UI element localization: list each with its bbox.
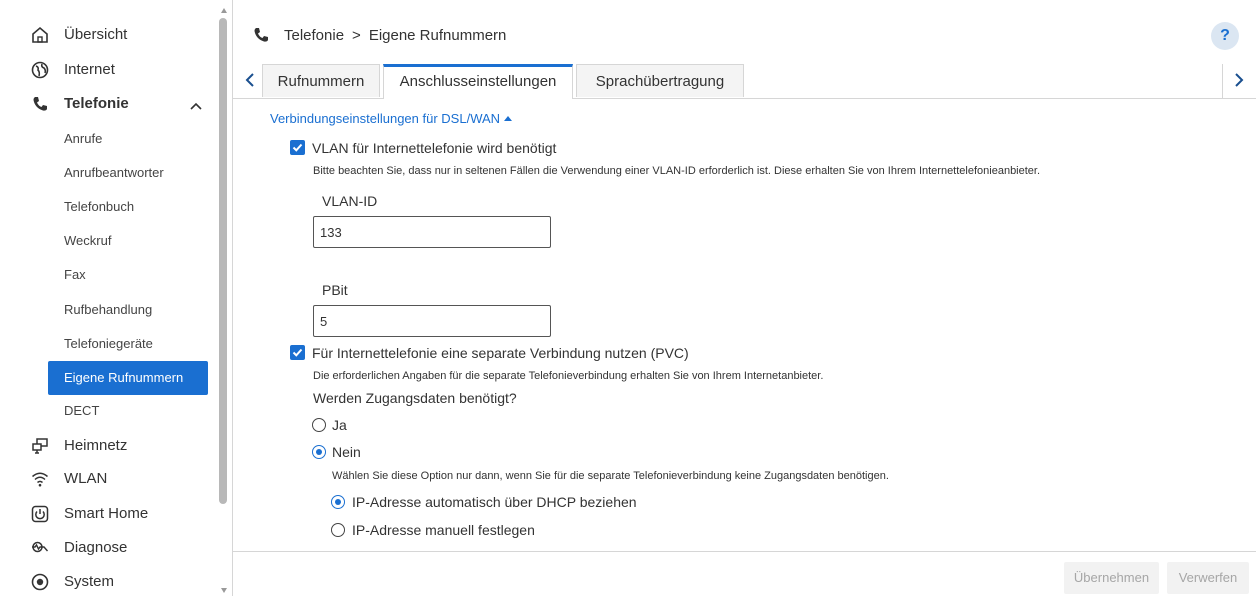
pvc-checkbox[interactable]: [290, 345, 305, 360]
sidebar-item-label: Smart Home: [64, 505, 149, 522]
tab-divider: [1222, 64, 1223, 98]
help-button[interactable]: ?: [1211, 22, 1239, 50]
home-icon: [31, 26, 49, 44]
sidebar-subitem-label: Telefoniegeräte: [64, 336, 153, 351]
pvc-hint: Die erforderlichen Angaben für die separ…: [313, 370, 824, 382]
discard-button[interactable]: Verwerfen: [1167, 562, 1249, 594]
vlan-hint: Bitte beachten Sie, dass nur in seltenen…: [313, 165, 1041, 177]
chevron-right-icon[interactable]: [1234, 72, 1244, 93]
sidebar-subitem-label: Anrufbeantworter: [64, 165, 164, 180]
sidebar-subitem-weckruf[interactable]: Weckruf: [0, 226, 215, 256]
sidebar-subitem-rufbehandlung[interactable]: Rufbehandlung: [0, 295, 215, 325]
breadcrumb-separator: >: [352, 27, 361, 44]
sidebar-item-label: Telefonie: [64, 95, 129, 112]
sidebar-item-label: Diagnose: [64, 539, 128, 556]
vlan-id-input[interactable]: [320, 225, 540, 240]
sidebar-item-diagnose[interactable]: Diagnose: [0, 533, 215, 563]
sidebar-item-label: Internet: [64, 61, 115, 78]
sidebar-subitem-telefonbuch[interactable]: Telefonbuch: [0, 192, 215, 222]
phone-icon: [252, 26, 270, 49]
sidebar-item-label: System: [64, 573, 115, 590]
scroll-down-arrow-icon[interactable]: [221, 588, 227, 593]
radio-manual-ip[interactable]: [331, 523, 345, 537]
breadcrumb-root[interactable]: Telefonie: [284, 27, 344, 44]
sidebar-subitem-label: Rufbehandlung: [64, 302, 153, 317]
sidebar-subitem-label: Fax: [64, 267, 86, 282]
breadcrumb: Telefonie > Eigene Rufnummern: [284, 27, 506, 45]
sidebar-subitem-eigene-rufnummern[interactable]: Eigene Rufnummern: [48, 361, 208, 395]
chevron-up-icon: [190, 97, 202, 114]
sidebar-item-label: WLAN: [64, 470, 108, 487]
network-icon: [31, 437, 49, 455]
radio-ja[interactable]: [312, 418, 326, 432]
credentials-question: Werden Zugangsdaten benötigt?: [313, 390, 517, 406]
chevron-left-icon[interactable]: [245, 72, 255, 93]
sidebar-item-telefonie[interactable]: Telefonie: [0, 89, 215, 119]
sidebar-subitem-label: DECT: [64, 403, 100, 418]
sidebar-item-label: Übersicht: [64, 26, 128, 43]
section-title: Verbindungseinstellungen für DSL/WAN: [270, 111, 501, 126]
radio-nein-label: Nein: [332, 444, 361, 460]
radio-dhcp[interactable]: [331, 495, 345, 509]
sidebar-subitem-anrufbeantworter[interactable]: Anrufbeantworter: [0, 158, 215, 188]
radio-ja-label: Ja: [332, 417, 347, 433]
nein-hint: Wählen Sie diese Option nur dann, wenn S…: [332, 470, 889, 482]
wifi-icon: [31, 470, 49, 488]
sidebar-item-smart-home[interactable]: Smart Home: [0, 499, 215, 529]
tab-sprachuebertragung[interactable]: Sprachübertragung: [576, 64, 744, 97]
caret-up-icon: [504, 116, 513, 121]
apply-button[interactable]: Übernehmen: [1064, 562, 1159, 594]
sidebar-subitem-telefoniegeraete[interactable]: Telefoniegeräte: [0, 329, 215, 359]
system-icon: [31, 573, 49, 591]
sidebar-item-label: Heimnetz: [64, 437, 128, 454]
sidebar-subitem-fax[interactable]: Fax: [0, 260, 215, 290]
scroll-up-arrow-icon[interactable]: [221, 8, 227, 13]
power-icon: [31, 505, 49, 523]
breadcrumb-current: Eigene Rufnummern: [368, 27, 507, 44]
vlan-id-label: VLAN-ID: [322, 193, 378, 209]
sidebar-item-wlan[interactable]: WLAN: [0, 464, 215, 494]
sidebar-subitem-label: Anrufe: [64, 131, 103, 146]
radio-manual-ip-label: IP-Adresse manuell festlegen: [352, 522, 535, 538]
globe-icon: [31, 61, 49, 79]
pbit-field[interactable]: [313, 305, 551, 337]
pbit-input[interactable]: [320, 314, 540, 329]
diagnose-icon: [31, 539, 49, 557]
sidebar-scrollbar[interactable]: [219, 18, 227, 504]
pbit-label: PBit: [322, 282, 348, 298]
vlan-id-field[interactable]: [313, 216, 551, 248]
tab-rufnummern[interactable]: Rufnummern: [262, 64, 380, 97]
tab-anschlusseinstellungen[interactable]: Anschlusseinstellungen: [383, 64, 573, 99]
pvc-checkbox-label: Für Internettelefonie eine separate Verb…: [312, 345, 689, 361]
sidebar-item-uebersicht[interactable]: Übersicht: [0, 20, 215, 50]
section-toggle-link[interactable]: Verbindungseinstellungen für DSL/WAN: [270, 111, 513, 127]
vlan-checkbox-label: VLAN für Internettelefonie wird benötigt: [312, 140, 557, 156]
sidebar-subitem-label: Weckruf: [64, 233, 112, 248]
radio-dhcp-label: IP-Adresse automatisch über DHCP beziehe…: [352, 494, 637, 510]
sidebar-subitem-dect[interactable]: DECT: [0, 396, 215, 426]
sidebar-subitem-label: Eigene Rufnummern: [64, 370, 184, 385]
vlan-checkbox[interactable]: [290, 140, 305, 155]
sidebar-item-internet[interactable]: Internet: [0, 55, 215, 85]
sidebar-subitem-anrufe[interactable]: Anrufe: [0, 124, 215, 154]
sidebar-subitem-label: Telefonbuch: [64, 199, 135, 214]
radio-nein[interactable]: [312, 445, 326, 459]
sidebar-item-system[interactable]: System: [0, 567, 215, 597]
phone-icon: [31, 95, 49, 113]
sidebar: Übersicht Internet Telefonie Anrufe Anru…: [0, 0, 233, 596]
sidebar-item-heimnetz[interactable]: Heimnetz: [0, 431, 215, 461]
